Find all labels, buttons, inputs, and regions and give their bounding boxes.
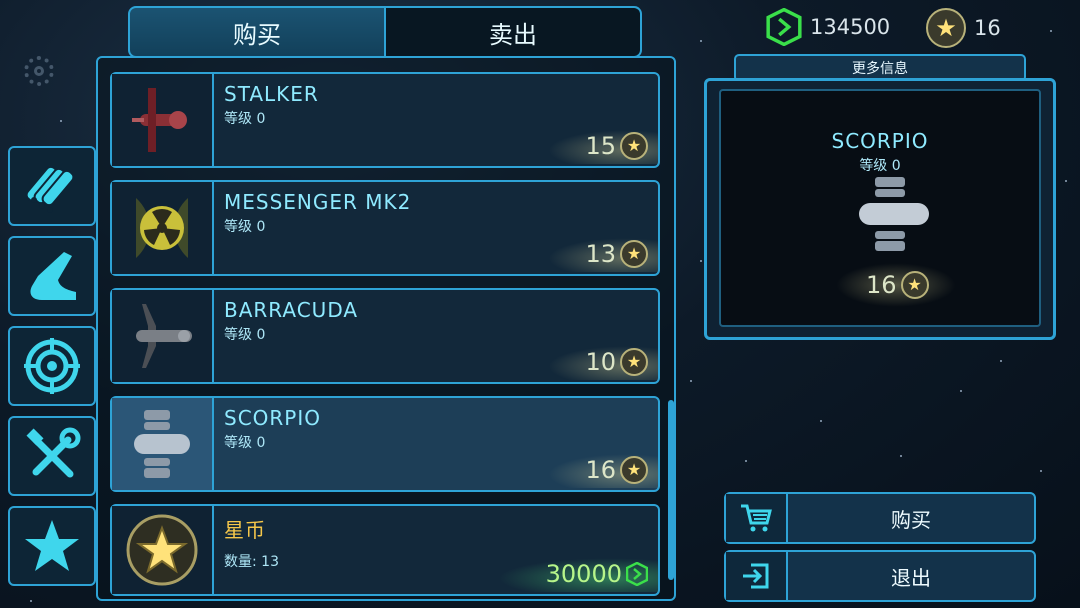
star-balance: ★ 16 [926,8,1001,48]
detail-panel: SCORPIO 等级 0 16 ★ [704,78,1056,340]
star-coin-icon: ★ [620,240,648,268]
category-weapons-button[interactable] [8,146,96,226]
scorpio-ship-preview-icon [859,177,929,251]
item-name: MESSENGER MK2 [224,190,412,214]
buy-button-label: 购买 [891,507,931,532]
detail-price-value: 16 [866,271,897,299]
item-price: 13 ★ [548,238,658,272]
detail-preview: SCORPIO 等级 0 16 ★ [719,89,1041,327]
ship-thumbnail [112,74,214,166]
price-value: 10 [585,348,616,376]
tab-buy[interactable]: 购买 [128,6,386,58]
detail-ship-name: SCORPIO [831,129,929,153]
star-coin-icon: ★ [900,271,929,299]
star-balance-value: 16 [974,16,1001,40]
item-level: 等级 0 [224,111,266,127]
item-level: 等级 0 [224,219,266,235]
category-targeting-button[interactable] [8,326,96,406]
barracuda-ship-icon [136,304,192,368]
list-item-scorpio[interactable]: SCORPIO 等级 0 16 ★ [110,396,660,492]
price-value: 13 [585,240,616,268]
category-premium-button[interactable] [8,506,96,586]
list-item-barracuda[interactable]: BARRACUDA 等级 0 10 ★ [110,288,660,384]
tools-icon [26,427,81,478]
ship-thumbnail [112,398,214,490]
price-value: 30000 [545,560,622,588]
item-price: 15 ★ [548,130,658,164]
item-name: 星币 [224,518,266,542]
category-upgrades-button[interactable] [8,416,96,496]
gem-balance: 134500 [766,8,890,46]
blaster-icon [25,165,75,213]
coin-thumbnail [112,506,214,594]
star-coin-icon: ★ [620,348,648,376]
item-price: 10 ★ [548,346,658,380]
star-coin-icon: ★ [620,456,648,484]
item-level: 等级 0 [224,327,266,343]
settings-gear-icon[interactable] [24,56,54,86]
list-scrollbar[interactable] [668,400,674,580]
scorpio-ship-icon [134,410,190,478]
list-item-messenger-mk2[interactable]: MESSENGER MK2 等级 0 13 ★ [110,180,660,276]
item-name: SCORPIO [224,406,321,430]
gem-currency-icon [626,562,648,586]
item-name: STALKER [224,82,319,106]
category-ships-button[interactable] [8,236,96,316]
item-price: 30000 [498,558,658,592]
gem-currency-icon [766,8,802,46]
price-value: 15 [585,132,616,160]
detail-ship-level: 等级 0 [859,158,901,174]
item-price: 16 ★ [548,454,658,488]
star-coin-icon: ★ [620,132,648,160]
star-icon [25,520,79,571]
target-icon [24,338,80,394]
ship-hull-icon [30,252,76,300]
list-item-stalker[interactable]: STALKER 等级 0 15 ★ [110,72,660,168]
detail-price: 16 ★ [836,263,956,307]
ship-thumbnail [112,182,214,274]
tab-sell[interactable]: 卖出 [386,6,642,58]
star-coin-icon: ★ [926,8,966,48]
list-item-star-coins[interactable]: 星币 数量: 13 30000 [110,504,660,596]
stalker-ship-icon [132,88,187,152]
exit-button-label: 退出 [891,565,931,590]
item-name: BARRACUDA [224,298,359,322]
item-level: 等级 0 [224,435,266,451]
star-coin-large-icon [126,514,198,586]
exit-button[interactable]: 退出 [724,550,1036,602]
messenger-ship-icon [136,198,188,258]
exit-icon [743,563,769,589]
buy-button[interactable]: 购买 [724,492,1036,544]
shop-tabs: 购买 卖出 [128,6,642,58]
price-value: 16 [585,456,616,484]
gem-balance-value: 134500 [810,15,891,39]
ship-thumbnail [112,290,214,382]
shopping-cart-icon [741,504,772,532]
